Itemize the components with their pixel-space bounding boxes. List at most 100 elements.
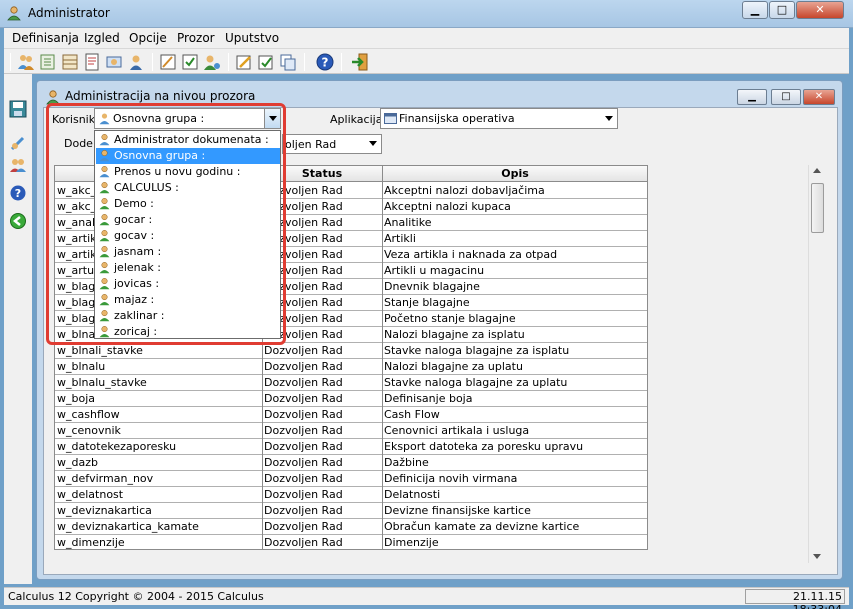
cell-opis: Akceptni nalozi dobavljačima — [384, 184, 545, 197]
child-minimize-button[interactable]: ▁ — [737, 89, 767, 105]
scroll-thumb[interactable] — [811, 183, 824, 233]
child-close-button[interactable]: ✕ — [803, 89, 835, 105]
cell-name: w_deviznakartica_kamate — [57, 520, 199, 533]
document-icon[interactable] — [82, 52, 102, 72]
cell-opis: Akceptni nalozi kupaca — [384, 200, 511, 213]
cell-status: Dozvoljen Rad — [264, 424, 343, 437]
menu-prozor[interactable]: Prozor — [177, 31, 215, 45]
menu-opcije[interactable]: Opcije — [129, 31, 167, 45]
table-row[interactable]: w_boja Dozvoljen Rad Definisanje boja — [55, 391, 647, 407]
maximize-button[interactable]: □ — [769, 1, 795, 19]
close-button[interactable]: ✕ — [796, 1, 844, 19]
permissions-icon[interactable] — [180, 52, 200, 72]
cell-opis: Dimenzije — [384, 536, 439, 549]
cell-status: Dozvoljen Rad — [264, 488, 343, 501]
svg-text:?: ? — [15, 187, 21, 200]
add-record-icon[interactable] — [38, 52, 58, 72]
aplikacija-combo[interactable]: Finansijska operativa — [380, 108, 618, 129]
cell-opis: Definicija novih virmana — [384, 472, 518, 485]
cell-opis: Početno stanje blagajne — [384, 312, 516, 325]
cell-opis: Veza artikla i naknada za otpad — [384, 248, 558, 261]
approve-icon[interactable] — [256, 52, 276, 72]
cell-opis: Stavke naloga blagajne za isplatu — [384, 344, 570, 357]
status-copyright: Calculus 12 Copyright © 2004 - 2015 Calc… — [8, 590, 264, 603]
table-row[interactable]: w_defvirman_nov Dozvoljen Rad Definicija n… — [55, 471, 647, 487]
copy-icon[interactable] — [278, 52, 298, 72]
cell-name: w_dimenzije — [57, 536, 125, 549]
menu-definisanja[interactable]: Definisanja — [12, 31, 79, 45]
table-row[interactable]: w_datotekezaporesku Dozvoljen Rad Eksport … — [55, 439, 647, 455]
table-row[interactable]: w_dimenzije Dozvoljen Rad Dimenzije — [55, 535, 647, 549]
cell-opis: Dnevnik blagajne — [384, 280, 480, 293]
cell-opis: Obračun kamate za devizne kartice — [384, 520, 580, 533]
cell-opis: Artikli — [384, 232, 416, 245]
app-window-icon — [384, 113, 397, 124]
table-row[interactable]: w_deviznakartica_kamate Dozvoljen Rad Obra… — [55, 519, 647, 535]
status-datetime: 21.11.15 18:33:04 — [745, 589, 845, 609]
cell-opis: Eksport datoteka za poresku upravu — [384, 440, 584, 453]
save-icon[interactable] — [9, 100, 27, 118]
pencil-icon[interactable] — [234, 52, 254, 72]
user-card-icon[interactable] — [126, 52, 146, 72]
minimize-button[interactable]: ▁ — [742, 1, 768, 19]
scroll-down-icon[interactable] — [813, 554, 821, 559]
cell-name: w_blnalu_stavke — [57, 376, 147, 389]
dodeli-value: oljen Rad — [285, 138, 337, 151]
edit-icon[interactable] — [9, 134, 27, 152]
scroll-up-icon[interactable] — [813, 168, 821, 173]
back-icon[interactable] — [9, 212, 27, 230]
cell-name: w_boja — [57, 392, 96, 405]
cell-opis: Delatnosti — [384, 488, 441, 501]
table-row[interactable]: w_cenovnik Dozvoljen Rad Cenovnici artikal… — [55, 423, 647, 439]
help-icon[interactable]: ? — [315, 52, 335, 72]
people-icon[interactable] — [9, 156, 27, 174]
edit-form-icon[interactable] — [158, 52, 178, 72]
dodeli-combo[interactable]: oljen Rad — [282, 134, 382, 154]
aplikacija-label: Aplikacija: — [330, 113, 387, 126]
help-side-icon[interactable]: ? — [9, 184, 27, 202]
cell-status: Dozvoljen Rad — [264, 392, 343, 405]
table-row[interactable]: w_blnali_stavke Dozvoljen Rad Stavke nalog… — [55, 343, 647, 359]
cell-status: Dozvoljen Rad — [264, 408, 343, 421]
status-bar: Calculus 12 Copyright © 2004 - 2015 Calc… — [4, 587, 849, 609]
table-row[interactable]: w_cashflow Dozvoljen Rad Cash Flow — [55, 407, 647, 423]
chevron-down-icon — [369, 141, 377, 146]
cell-name: w_delatnost — [57, 488, 124, 501]
cell-name: w_blnalu — [57, 360, 106, 373]
cell-status: Dozvoljen Rad — [264, 360, 343, 373]
menu-bar: Definisanja Izgled Opcije Prozor Uputstv… — [4, 28, 849, 48]
grid-header-opis[interactable]: Opis — [382, 167, 647, 180]
cell-status: Dozvoljen Rad — [264, 520, 343, 533]
user-settings-icon[interactable] — [202, 52, 222, 72]
cell-status: Dozvoljen Rad — [264, 376, 343, 389]
cell-status: Dozvoljen Rad — [264, 344, 343, 357]
cell-name: w_deviznakartica — [57, 504, 152, 517]
cell-opis: Artikli u magacinu — [384, 264, 485, 277]
table-row[interactable]: w_delatnost Dozvoljen Rad Delatnosti — [55, 487, 647, 503]
cell-status: Dozvoljen Rad — [264, 536, 343, 549]
child-maximize-button[interactable]: □ — [771, 89, 801, 105]
child-window-title: Administracija na nivou prozora — [65, 89, 256, 103]
cell-opis: Devizne finansijske kartice — [384, 504, 531, 517]
cell-name: w_dazb — [57, 456, 98, 469]
menu-uputstvo[interactable]: Uputstvo — [225, 31, 279, 45]
cell-opis: Cenovnici artikala i usluga — [384, 424, 530, 437]
cell-status: Dozvoljen Rad — [264, 472, 343, 485]
table-row[interactable]: w_deviznakartica Dozvoljen Rad Devizne fin… — [55, 503, 647, 519]
menu-izgled[interactable]: Izgled — [84, 31, 120, 45]
group-icon[interactable] — [104, 52, 124, 72]
table-row[interactable]: w_blnalu_stavke Dozvoljen Rad Stavke nalog… — [55, 375, 647, 391]
highlight-frame — [46, 103, 286, 345]
table-icon[interactable] — [60, 52, 80, 72]
aplikacija-value: Finansijska operativa — [399, 112, 515, 125]
users-icon[interactable] — [16, 52, 36, 72]
cell-opis: Nalozi blagajne za uplatu — [384, 360, 523, 373]
exit-icon[interactable] — [350, 52, 370, 72]
table-row[interactable]: w_blnalu Dozvoljen Rad Nalozi blagajne za … — [55, 359, 647, 375]
vertical-scrollbar[interactable] — [808, 165, 825, 563]
table-row[interactable]: w_dazb Dozvoljen Rad Dažbine — [55, 455, 647, 471]
cell-opis: Stavke naloga blagajne za uplatu — [384, 376, 568, 389]
cell-name: w_blnali_stavke — [57, 344, 143, 357]
chevron-down-icon — [605, 116, 613, 121]
toolbar: ? — [4, 48, 849, 74]
